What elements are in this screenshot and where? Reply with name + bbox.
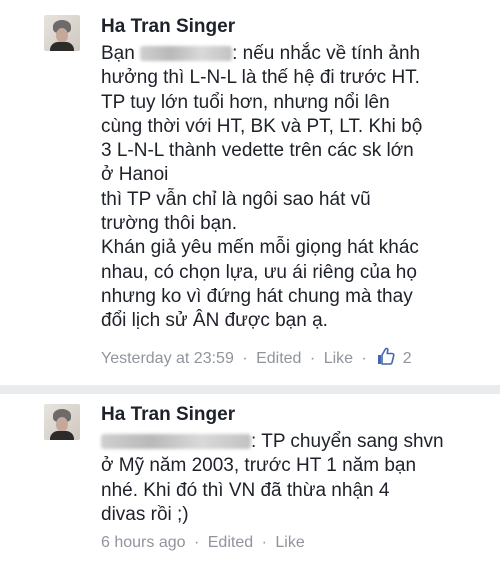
like-button[interactable]: Like: [275, 533, 304, 553]
separator: ·: [309, 350, 316, 367]
comment-line-text: : TP chuyển sang shvn: [251, 431, 444, 452]
avatar[interactable]: [44, 404, 80, 440]
edited-link[interactable]: Edited: [208, 533, 253, 553]
separator: ·: [242, 350, 248, 367]
comment-author[interactable]: Ha Tran Singer: [101, 404, 235, 426]
comment-line: thì TP vẫn chỉ là ngôi sao hát vũ: [101, 188, 371, 210]
comment-timestamp[interactable]: Yesterday at 23:59: [101, 349, 234, 369]
comment-1: Ha Tran Singer Bạn : nếu nhắc về tính ản…: [0, 0, 500, 385]
comment-author[interactable]: Ha Tran Singer: [101, 16, 235, 38]
comment-2: Ha Tran Singer : TP chuyển sang shvn ở M…: [0, 394, 500, 565]
comment-line: nhau, có chọn lựa, ưu ái riêng của họ: [101, 261, 417, 283]
comment-prefix: Bạn: [101, 43, 135, 64]
comment-line: TP tuy lớn tuổi hơn, nhưng nổi lên: [101, 91, 390, 113]
separator: ·: [193, 534, 200, 551]
separator: ·: [361, 350, 367, 367]
comment-line: trường thôi bạn.: [101, 213, 238, 235]
comment-line: 3 L-N-L thành vedette trên các sk lớn: [101, 140, 414, 162]
comment-text: Bạn : nếu nhắc về tính ảnh hưởng thì L-N…: [101, 42, 496, 334]
avatar-head: [56, 417, 68, 432]
avatar-body: [50, 431, 74, 440]
avatar[interactable]: [44, 15, 80, 51]
comment-line: cùng thời với HT, BK và PT, LT. Khi bộ: [101, 115, 423, 137]
comment-line: nhưng ko vì đứng hát chung mà thay: [101, 285, 413, 307]
avatar-head: [56, 28, 68, 43]
comment-meta: Yesterday at 23:59 · Edited · Like · 2: [101, 347, 412, 371]
comment-line: : TP chuyển sang shvn: [101, 430, 496, 454]
comment-line: hưởng thì L-N-L là thế hệ đi trước HT.: [101, 67, 420, 89]
comment-line: Khán giả yêu mến mỗi giọng hát khác: [101, 237, 419, 259]
thumbs-up-icon[interactable]: [377, 347, 395, 371]
comment-line: đổi lịch sử ÂN được bạn ạ.: [101, 310, 328, 332]
comment-line: ở Mỹ năm 2003, trước HT 1 năm bạn: [101, 455, 417, 477]
comment-line: divas rồi ;): [101, 503, 189, 525]
redacted-name: [101, 434, 251, 450]
comment-line-text: : nếu nhắc về tính ảnh: [232, 43, 421, 64]
like-count[interactable]: 2: [403, 349, 412, 369]
comment-timestamp[interactable]: 6 hours ago: [101, 533, 186, 553]
like-button[interactable]: Like: [324, 349, 353, 369]
redacted-name: [140, 46, 233, 62]
edited-link[interactable]: Edited: [256, 349, 301, 369]
comment-text: : TP chuyển sang shvn ở Mỹ năm 2003, trư…: [101, 430, 496, 527]
comment-meta: 6 hours ago · Edited · Like: [101, 533, 305, 553]
avatar-body: [50, 42, 74, 51]
comment-line: nhé. Khi đó thì VN đã thừa nhận 4: [101, 479, 390, 501]
separator: ·: [261, 534, 267, 551]
comment-line: Bạn : nếu nhắc về tính ảnh: [101, 42, 496, 66]
comment-line: ở Hanoi: [101, 164, 169, 186]
